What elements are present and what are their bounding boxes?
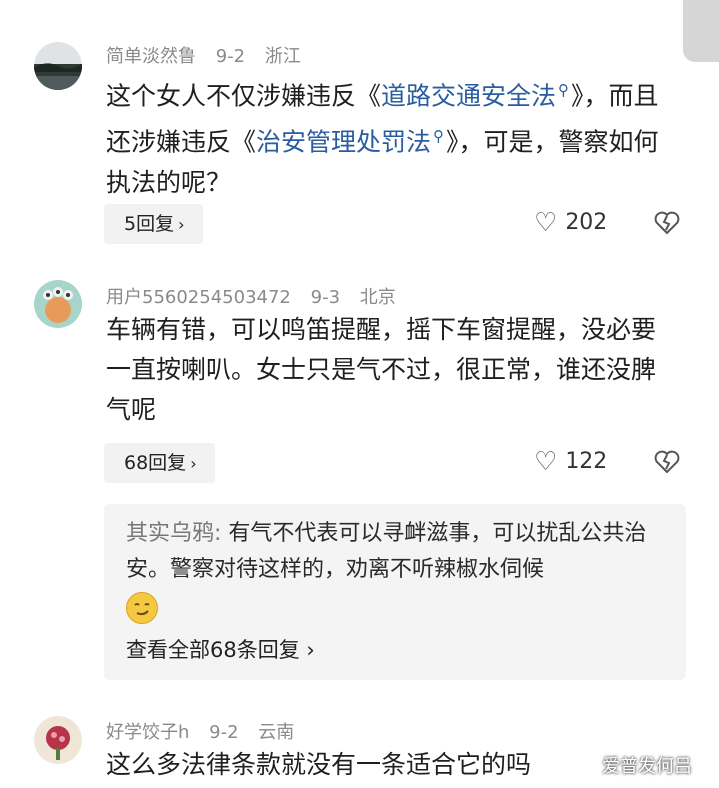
like-button[interactable]: ♡ 122 (534, 447, 607, 477)
law-link-public-security[interactable]: 治安管理处罚法 (256, 128, 431, 157)
smirk-emoji-icon (126, 592, 158, 624)
comment-date: 9-2 (209, 722, 239, 743)
sub-reply-text: 其实乌鸦: 有气不代表可以寻衅滋事，可以扰乱公共治安。警察对待这样的，劝离不听辣… (126, 516, 666, 588)
comment-meta: 用户5560254503472 9-3 北京 (106, 283, 410, 309)
comment-location: 云南 (258, 722, 295, 743)
broken-heart-icon (654, 450, 680, 474)
sub-reply-box[interactable]: 其实乌鸦: 有气不代表可以寻衅滋事，可以扰乱公共治安。警察对待这样的，劝离不听辣… (104, 504, 686, 680)
like-count: 122 (565, 449, 608, 474)
broken-heart-icon (654, 211, 680, 235)
sub-reply-username[interactable]: 其实乌鸦: (126, 521, 221, 546)
chevron-right-icon: › (178, 215, 185, 234)
search-icon[interactable]: ⚲ (433, 127, 444, 145)
comment-meta: 简单淡然鲁 9-2 浙江 (106, 42, 315, 68)
floating-panel-edge (683, 0, 719, 62)
comment-location: 浙江 (264, 46, 301, 67)
like-count: 202 (565, 210, 608, 235)
comment-text: 车辆有错，可以鸣笛提醒，摇下车窗提醒，没必要一直按喇叭。女士只是气不过，很正常，… (106, 315, 657, 424)
replies-label: 5回复 (124, 213, 175, 235)
replies-button[interactable]: 68回复 › (104, 443, 215, 483)
chevron-right-icon: › (190, 454, 197, 473)
heart-outline-icon: ♡ (534, 447, 558, 477)
heart-outline-icon: ♡ (534, 208, 558, 238)
avatar[interactable] (34, 280, 82, 328)
view-all-replies-link[interactable]: 查看全部68条回复 › (126, 632, 315, 668)
watermark: 爱普发何吕 (602, 756, 692, 777)
like-button[interactable]: ♡ 202 (534, 208, 607, 238)
avatar[interactable] (34, 42, 82, 90)
comment-date: 9-2 (215, 46, 246, 67)
avatar[interactable] (34, 716, 82, 764)
comment-meta: 好学饺子h 9-2 云南 (106, 718, 308, 744)
username[interactable]: 用户5560254503472 (106, 287, 291, 308)
dislike-button[interactable] (654, 450, 680, 478)
username[interactable]: 好学饺子h (106, 722, 189, 743)
search-icon[interactable]: ⚲ (558, 81, 569, 99)
comment-text: 这么多法律条款就没有一条适合它的吗 (106, 750, 532, 779)
replies-button[interactable]: 5回复 › (104, 204, 203, 244)
law-link-road-traffic[interactable]: 道路交通安全法 (381, 81, 556, 110)
chevron-right-icon: › (299, 638, 315, 662)
username[interactable]: 简单淡然鲁 (106, 46, 196, 67)
replies-label: 68回复 (124, 452, 187, 474)
comment-text: 这个女人不仅涉嫌违反《道路交通安全法 ⚲》，而且还涉嫌违反《治安管理处罚法 ⚲》，可… (106, 81, 659, 197)
comment-date: 9-3 (310, 287, 341, 308)
dislike-button[interactable] (654, 211, 680, 239)
comment-location: 北京 (359, 287, 396, 308)
